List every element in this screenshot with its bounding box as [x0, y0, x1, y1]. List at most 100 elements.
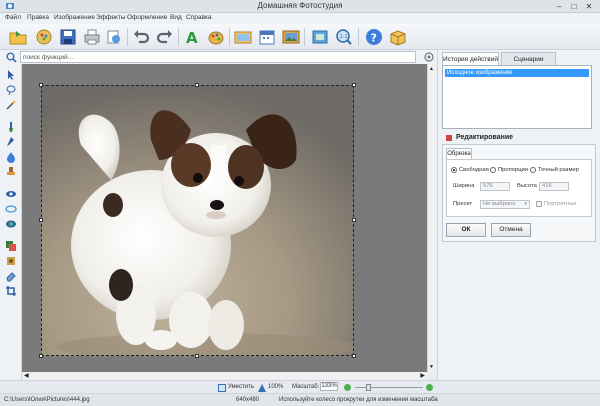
menu-help[interactable]: Справка	[186, 14, 212, 21]
fit-label[interactable]: Уместить	[228, 384, 254, 390]
crop-selection-frame[interactable]	[41, 85, 354, 356]
help-icon[interactable]: ?	[364, 27, 384, 47]
edit-title: Редактирование	[456, 134, 514, 141]
vertical-scrollbar[interactable]: ▲ ▼	[427, 64, 436, 372]
cancel-button[interactable]: Отмена	[491, 223, 531, 237]
file-path: C:\Users\Юлия\Pictures\444.jpg	[4, 397, 90, 403]
brush-icon[interactable]	[5, 121, 17, 133]
menu-edit[interactable]: Правка	[27, 14, 49, 21]
width-label: Ширина	[453, 183, 475, 189]
preset-select[interactable]: Не выбрано ▾	[480, 200, 530, 209]
redo-icon[interactable]	[155, 27, 175, 47]
portrait-checkbox[interactable]	[536, 201, 542, 207]
scroll-up-icon[interactable]: ▲	[429, 66, 434, 72]
scroll-down-icon[interactable]: ▼	[429, 364, 434, 370]
fit-screen-icon[interactable]	[310, 27, 330, 47]
eraser-icon[interactable]	[5, 270, 17, 282]
menu-image[interactable]: Изображение	[54, 14, 95, 21]
actual-size-icon[interactable]: 1:1	[334, 27, 354, 47]
svg-text:1:1: 1:1	[340, 34, 348, 40]
scroll-right-icon[interactable]: ▶	[420, 372, 425, 379]
width-field[interactable]: 576	[480, 182, 510, 191]
height-label: Высота	[517, 183, 537, 189]
main-toolbar: A 1:1 ?	[0, 24, 600, 50]
calendar-icon[interactable]	[257, 27, 277, 47]
preset-value: Не выбрано	[483, 201, 516, 207]
app-icon	[3, 1, 17, 12]
svg-text:A: A	[186, 29, 198, 47]
window-title: Домашняя Фотостудия	[257, 1, 343, 10]
ok-button[interactable]: ОК	[446, 223, 486, 237]
lasso-icon[interactable]	[5, 84, 17, 96]
tab-crop[interactable]: Обрезка	[446, 148, 472, 159]
zoom-in-icon[interactable]	[426, 384, 433, 391]
crop-handle-l[interactable]	[39, 218, 43, 222]
image-canvas[interactable]	[22, 64, 427, 372]
chevron-down-icon: ▾	[524, 201, 527, 207]
menu-design[interactable]: Оформление	[127, 14, 167, 21]
layers-icon[interactable]	[5, 240, 17, 252]
frame-icon[interactable]	[233, 27, 253, 47]
healing-icon[interactable]	[5, 203, 17, 215]
close-button[interactable]: ✕	[582, 1, 596, 12]
save-icon[interactable]	[58, 27, 78, 47]
crop-handle-b[interactable]	[195, 354, 199, 358]
crop-handle-bl[interactable]	[39, 354, 43, 358]
minimize-button[interactable]: –	[552, 1, 566, 12]
menu-view[interactable]: Вид	[170, 14, 182, 21]
zoom-slider-thumb[interactable]	[366, 384, 371, 391]
zoom-out-icon[interactable]	[344, 384, 351, 391]
mode-proportions-label: Пропорции	[498, 167, 528, 173]
image-dimensions: 640x480	[236, 397, 260, 403]
dropper-icon[interactable]	[5, 136, 17, 148]
crop-handle-r[interactable]	[352, 218, 356, 222]
status-hint: Используйте колесо прокрутки для изменен…	[279, 397, 438, 403]
crop-options: Свободная Пропорции Точный размер Ширина…	[446, 159, 592, 217]
radio-exact-size[interactable]	[530, 167, 536, 173]
redeye-icon[interactable]	[5, 218, 17, 230]
zoom-100[interactable]: 100%	[268, 384, 283, 390]
scroll-left-icon[interactable]: ◀	[24, 372, 29, 379]
adjust-icon[interactable]	[5, 255, 17, 267]
text-icon[interactable]: A	[182, 27, 202, 47]
radio-proportions[interactable]	[490, 167, 496, 173]
crop-handle-tl[interactable]	[39, 83, 43, 87]
history-list: Исходное изображение	[442, 65, 592, 129]
mode-exact-label: Точный размер	[538, 167, 579, 173]
menu-file[interactable]: Файл	[5, 14, 21, 21]
crop-handle-t[interactable]	[195, 83, 199, 87]
crop-handle-tr[interactable]	[352, 83, 356, 87]
history-item[interactable]: Исходное изображение	[445, 69, 589, 77]
pointer-icon[interactable]	[5, 69, 17, 81]
preset-label: Пресет	[453, 201, 473, 207]
crop-handle-br[interactable]	[352, 354, 356, 358]
crop-tool-icon[interactable]	[5, 285, 17, 297]
scale-field[interactable]: 133%	[320, 382, 338, 391]
eye-icon[interactable]	[5, 188, 17, 200]
height-field[interactable]: 416	[539, 182, 569, 191]
gallery-icon[interactable]	[34, 27, 54, 47]
radio-free[interactable]	[451, 167, 457, 173]
open-folder-icon[interactable]	[8, 27, 28, 47]
crop-settings-group: Обрезка Свободная Пропорции Точный разме…	[442, 144, 596, 242]
portrait-label: Портретные	[544, 201, 577, 207]
menu-effects[interactable]: Эффекты	[96, 14, 126, 21]
color-drop-icon[interactable]	[5, 151, 17, 163]
stamp-icon[interactable]	[5, 166, 17, 178]
collage-icon[interactable]	[281, 27, 301, 47]
title-bar: Домашняя Фотостудия – □ ✕	[0, 0, 600, 13]
edit-icon	[445, 134, 453, 144]
horizontal-scrollbar[interactable]: ◀ ▶	[22, 372, 427, 380]
print-icon[interactable]	[82, 27, 102, 47]
search-settings-icon[interactable]	[424, 52, 434, 64]
export-icon[interactable]	[104, 27, 124, 47]
search-input[interactable]	[20, 51, 416, 63]
undo-icon[interactable]	[131, 27, 151, 47]
svg-text:?: ?	[371, 32, 377, 45]
magic-wand-icon[interactable]	[5, 99, 17, 111]
tab-history[interactable]: История действий	[442, 52, 499, 65]
maximize-button[interactable]: □	[567, 1, 581, 12]
tab-scripts[interactable]: Сценарии	[501, 52, 556, 65]
palette-icon[interactable]	[206, 27, 226, 47]
package-icon[interactable]	[388, 27, 408, 47]
